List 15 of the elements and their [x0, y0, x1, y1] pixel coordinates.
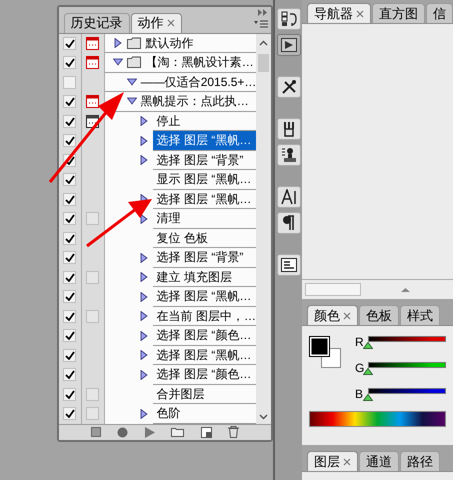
panel-tab[interactable]: 历史记录	[64, 12, 130, 33]
channel-label: R	[355, 334, 365, 351]
panel-tab[interactable]: 信	[426, 3, 453, 23]
panel-tab[interactable]: 直方图	[372, 3, 425, 23]
panel-tab[interactable]: 导航器	[307, 3, 371, 23]
panel-tab[interactable]: 样式	[400, 305, 440, 325]
panel-tab[interactable]: 颜色	[307, 305, 358, 325]
panel-tab[interactable]: 图层	[307, 451, 358, 471]
channel-label: G	[355, 360, 365, 377]
panel-tab[interactable]: 色板	[359, 305, 399, 325]
panel-tab[interactable]: 动作	[130, 12, 182, 33]
action-row[interactable]: 选择 图层 “黑帆…	[152, 131, 256, 151]
channel-label: B	[355, 386, 364, 403]
panel-tab[interactable]: 路径	[400, 451, 440, 471]
panel-tab[interactable]: 通道	[359, 451, 399, 471]
